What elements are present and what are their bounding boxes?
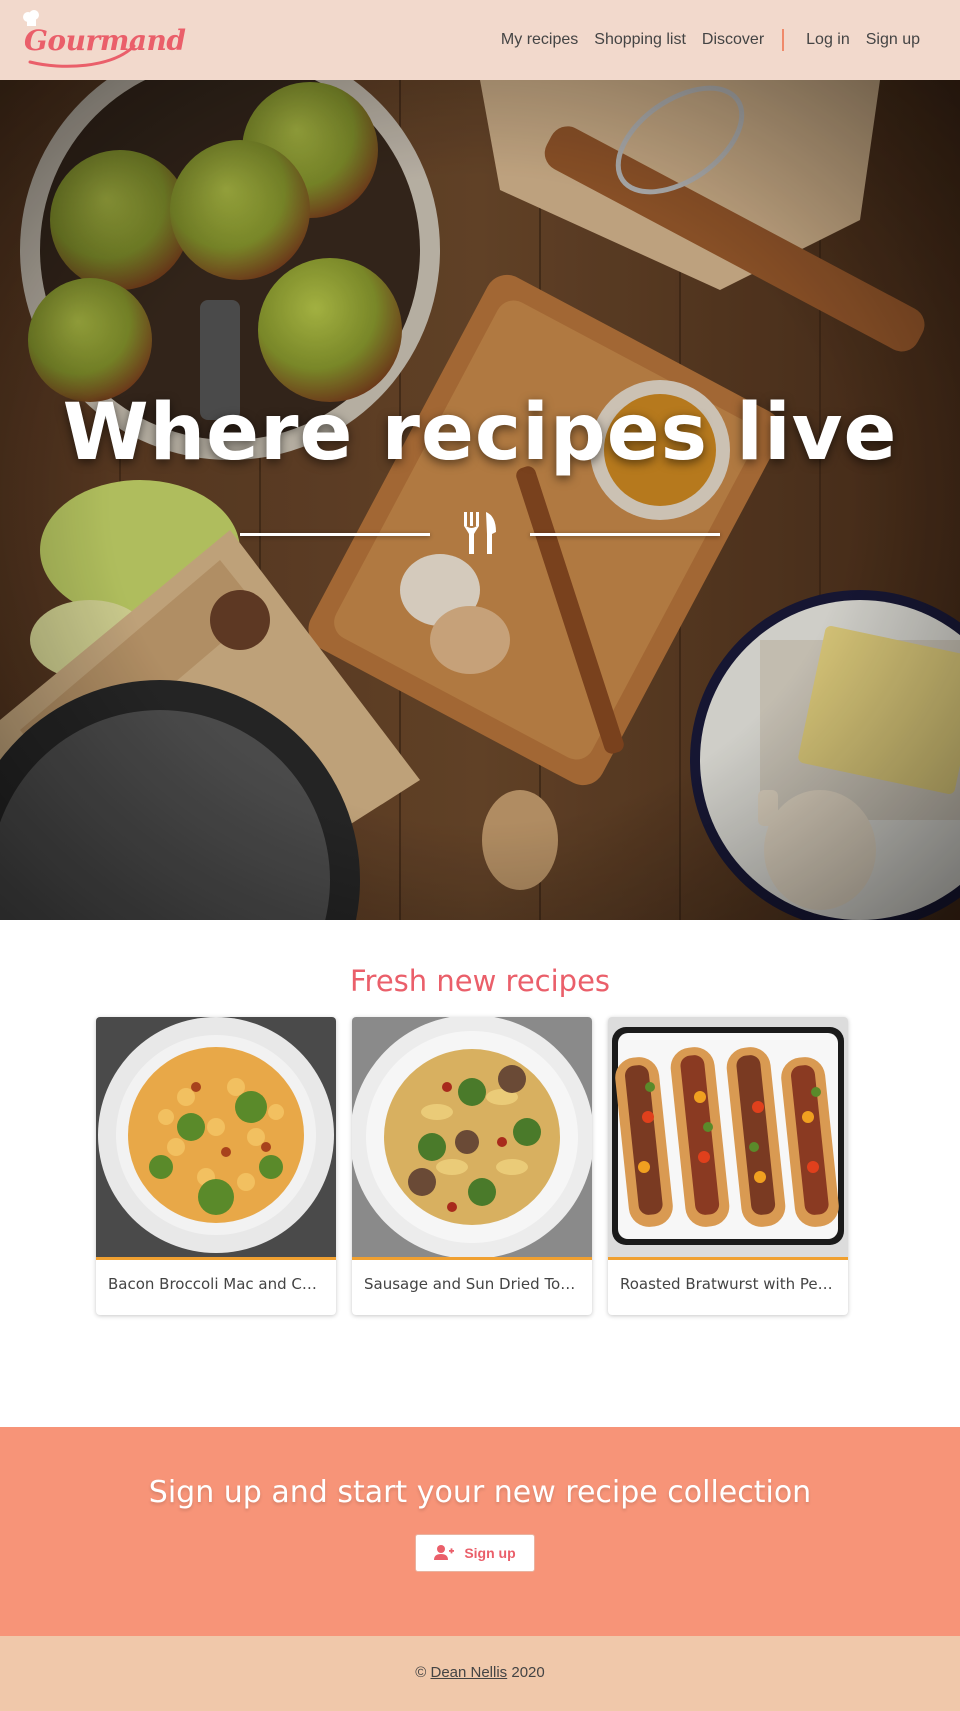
hero-divider-left xyxy=(240,533,430,536)
hero-background-image xyxy=(0,80,960,920)
footer-year: 2020 xyxy=(511,1664,545,1681)
card-accent-bar xyxy=(608,1257,848,1260)
nav-discover[interactable]: Discover xyxy=(702,31,764,49)
site-footer: © Dean Nellis 2020 xyxy=(0,1636,960,1711)
hero-divider-right xyxy=(530,533,720,536)
hero-banner: Where recipes live xyxy=(0,80,960,920)
utensils-icon xyxy=(464,512,496,554)
card-accent-bar xyxy=(96,1257,336,1260)
nav-shopping-list[interactable]: Shopping list xyxy=(594,31,686,49)
recipe-card-title: Bacon Broccoli Mac and Cheese xyxy=(108,1275,324,1293)
nav-sign-up[interactable]: Sign up xyxy=(866,31,920,49)
nav-log-in[interactable]: Log in xyxy=(806,31,850,49)
cta-button-label: Sign up xyxy=(464,1545,516,1561)
recipe-card[interactable]: Bacon Broccoli Mac and Cheese xyxy=(96,1017,336,1315)
main-nav: My recipes Shopping list Discover Log in… xyxy=(485,0,920,80)
copyright-symbol: © xyxy=(415,1664,427,1681)
logo[interactable]: Gourmand xyxy=(22,10,186,68)
nav-divider xyxy=(782,29,785,51)
author-link[interactable]: Dean Nellis xyxy=(430,1664,507,1681)
recipe-card-title: Roasted Bratwurst with Peppers xyxy=(620,1275,836,1293)
signup-cta-section: Sign up and start your new recipe collec… xyxy=(0,1427,960,1636)
recipe-image xyxy=(608,1017,848,1257)
fresh-recipes-title: Fresh new recipes xyxy=(349,964,611,998)
cta-sign-up-button[interactable]: Sign up xyxy=(415,1534,535,1572)
logo-swoosh xyxy=(28,44,136,68)
recipe-card[interactable]: Roasted Bratwurst with Peppers xyxy=(608,1017,848,1315)
recipe-image xyxy=(96,1017,336,1257)
recipe-cards: Bacon Broccoli Mac and Cheese Sausage an… xyxy=(96,1017,864,1315)
recipe-image xyxy=(352,1017,592,1257)
recipe-card[interactable]: Sausage and Sun Dried Tomato Pasta xyxy=(352,1017,592,1315)
user-plus-icon xyxy=(434,1545,455,1560)
hero-title: Where recipes live xyxy=(62,388,898,478)
site-header: Gourmand My recipes Shopping list Discov… xyxy=(0,0,960,80)
card-accent-bar xyxy=(352,1257,592,1260)
nav-my-recipes[interactable]: My recipes xyxy=(501,31,578,49)
cta-title: Sign up and start your new recipe collec… xyxy=(148,1475,812,1510)
recipe-card-title: Sausage and Sun Dried Tomato Pasta xyxy=(364,1275,580,1293)
